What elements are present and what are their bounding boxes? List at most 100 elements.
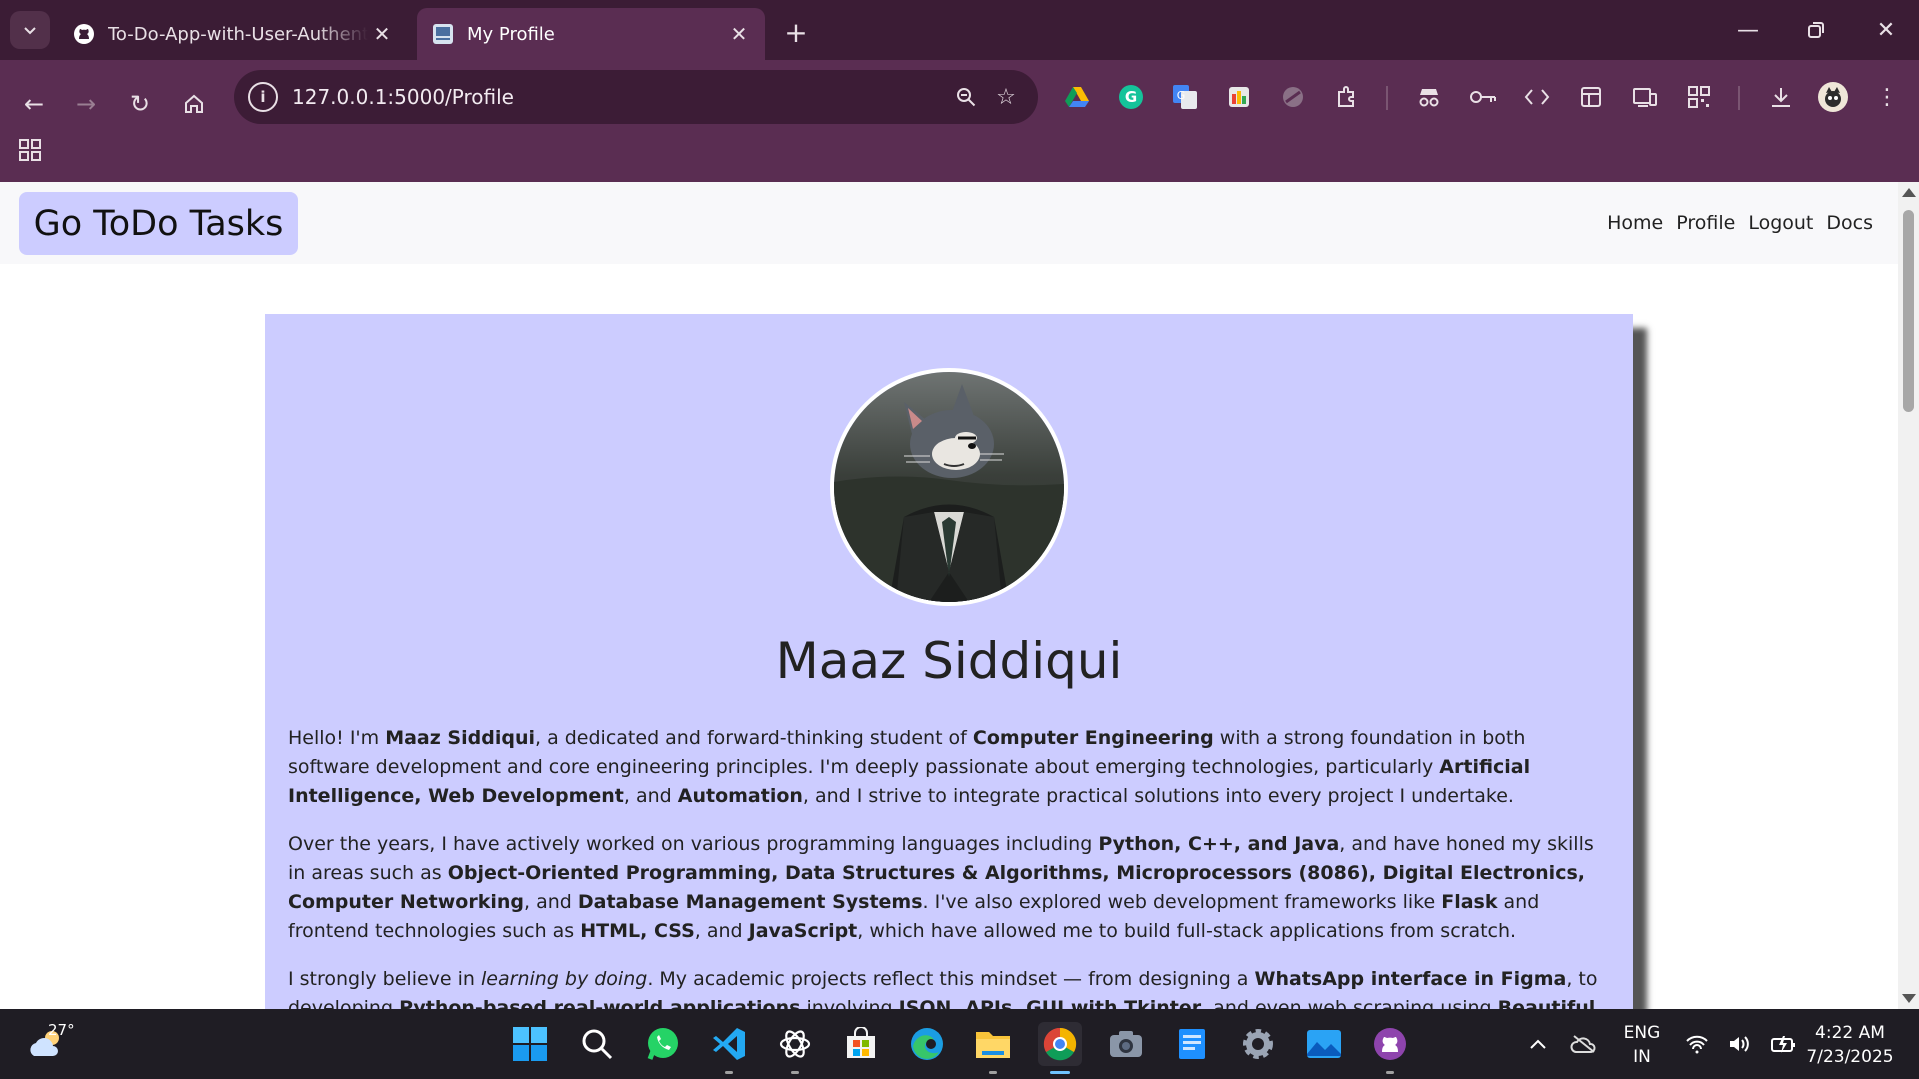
github-desktop-icon <box>1374 1028 1406 1060</box>
taskbar-settings[interactable] <box>1236 1022 1280 1066</box>
settings-icon <box>1243 1029 1273 1059</box>
taskbar-store[interactable] <box>839 1022 883 1066</box>
taskbar-vscode[interactable] <box>707 1022 751 1074</box>
chrome-icon <box>1043 1027 1077 1061</box>
home-icon <box>185 94 203 113</box>
bio-paragraph-1: Hello! I'm Maaz Siddiqui, a dedicated an… <box>288 724 1608 811</box>
tab-title: To-Do-App-with-User-Authentication <box>108 23 368 45</box>
avatar <box>830 368 1068 606</box>
taskbar-search[interactable] <box>575 1022 619 1066</box>
close-icon[interactable]: ✕ <box>368 20 396 48</box>
taskbar-edge[interactable] <box>905 1022 949 1066</box>
running-indicator <box>989 1071 997 1074</box>
qr-code-icon[interactable] <box>1680 78 1718 116</box>
battery-charging-icon <box>1770 1036 1795 1053</box>
nav-link-docs[interactable]: Docs <box>1826 212 1873 234</box>
tab-strip: To-Do-App-with-User-Authentication ✕ My … <box>0 0 1919 60</box>
brand-logo[interactable]: Go ToDo Tasks <box>19 192 298 255</box>
taskbar-photos[interactable] <box>1302 1022 1346 1066</box>
notepad-icon <box>1179 1029 1205 1059</box>
page-scrollbar[interactable] <box>1898 182 1919 1009</box>
tab-search-button[interactable] <box>10 11 50 49</box>
text-run: , and even web scraping using <box>1201 997 1498 1009</box>
taskbar-github-desktop[interactable] <box>1368 1022 1412 1074</box>
language-indicator[interactable]: ENG IN <box>1622 1021 1662 1069</box>
nav-link-profile[interactable]: Profile <box>1676 212 1735 234</box>
language-code: ENG <box>1623 1023 1661 1043</box>
url-text[interactable]: 127.0.0.1:5000/Profile <box>292 85 946 109</box>
new-tab-button[interactable]: + <box>778 14 814 50</box>
arrow-left-icon: ← <box>23 90 45 118</box>
incognito-icon[interactable] <box>1410 78 1448 116</box>
browser-toolbar: ← → ↻ i 127.0.0.1:5000/Profile ☆ G G ⋮ <box>0 60 1919 182</box>
tab-github[interactable]: To-Do-App-with-User-Authentication ✕ <box>58 8 408 60</box>
taskbar-chrome[interactable] <box>1038 1022 1082 1074</box>
minimize-icon: — <box>1737 17 1759 43</box>
code-icon[interactable] <box>1518 78 1556 116</box>
reload-button[interactable]: ↻ <box>118 82 162 126</box>
start-button[interactable] <box>508 1022 552 1066</box>
taskbar-chatgpt[interactable] <box>773 1022 817 1074</box>
tab-my-profile[interactable]: My Profile ✕ <box>417 8 765 60</box>
restore-button[interactable] <box>1786 8 1846 52</box>
reload-icon: ↻ <box>129 90 151 118</box>
google-drive-icon[interactable] <box>1058 78 1096 116</box>
profile-avatar[interactable] <box>1814 78 1852 116</box>
taskbar-notepad[interactable] <box>1170 1022 1214 1066</box>
bold-text: JSON, APIs, GUI with Tkinter <box>898 997 1202 1009</box>
star-icon[interactable]: ☆ <box>986 77 1026 117</box>
running-indicator <box>791 1071 799 1074</box>
download-icon[interactable] <box>1762 78 1800 116</box>
avatar-illustration <box>834 372 1064 602</box>
clock[interactable]: 4:22 AM 7/23/2025 <box>1800 1021 1900 1069</box>
bold-text: Database Management Systems <box>577 891 923 913</box>
nav-link-home[interactable]: Home <box>1607 212 1663 234</box>
onedrive-status[interactable] <box>1562 1022 1606 1066</box>
color-picker-icon[interactable] <box>1220 78 1258 116</box>
taskbar-whatsapp[interactable] <box>641 1022 685 1066</box>
tab-title: My Profile <box>467 23 555 45</box>
nav-link-logout[interactable]: Logout <box>1748 212 1813 234</box>
info-icon[interactable]: i <box>248 82 278 112</box>
text-run: , and <box>524 891 578 913</box>
region-code: IN <box>1633 1047 1651 1067</box>
taskbar-camera[interactable] <box>1104 1022 1148 1066</box>
address-bar[interactable]: i 127.0.0.1:5000/Profile ☆ <box>234 70 1038 124</box>
text-run: . I've also explored web development fra… <box>922 891 1442 913</box>
toolbar-separator <box>1386 86 1388 110</box>
zoom-icon[interactable] <box>946 77 986 117</box>
password-key-icon[interactable] <box>1464 78 1502 116</box>
back-button[interactable]: ← <box>12 82 56 126</box>
scroll-up-icon[interactable] <box>1902 188 1916 197</box>
scrollbar-thumb[interactable] <box>1903 210 1914 412</box>
blocker-icon[interactable] <box>1274 78 1312 116</box>
bold-text: WhatsApp interface in Figma <box>1254 968 1567 990</box>
quick-settings[interactable] <box>1676 1022 1806 1066</box>
menu-kebab-icon[interactable]: ⋮ <box>1868 78 1906 116</box>
bold-text: HTML, CSS <box>580 920 695 942</box>
extensions-icon[interactable] <box>1328 78 1366 116</box>
grammarly-icon[interactable]: G <box>1112 78 1150 116</box>
layout-icon[interactable] <box>1572 78 1610 116</box>
bold-text: Maaz Siddiqui <box>385 727 535 749</box>
file-explorer-icon <box>976 1032 1010 1058</box>
bold-text: Python, C++, and Java <box>1098 833 1340 855</box>
close-window-button[interactable]: ✕ <box>1856 8 1916 52</box>
home-button[interactable] <box>172 82 216 126</box>
chevron-up-icon <box>1530 1039 1546 1049</box>
plus-icon: + <box>784 15 808 49</box>
close-icon: ✕ <box>1876 17 1896 43</box>
forward-button[interactable]: → <box>64 82 108 126</box>
running-indicator <box>1386 1071 1394 1074</box>
text-run: , which have allowed me to build full-st… <box>857 920 1517 942</box>
minimize-button[interactable]: — <box>1718 8 1778 52</box>
google-translate-icon[interactable]: G <box>1166 78 1204 116</box>
tray-overflow-button[interactable] <box>1516 1022 1560 1066</box>
cloud-offline-icon <box>1570 1035 1596 1053</box>
page-icon <box>431 22 455 46</box>
taskbar-file-explorer[interactable] <box>971 1022 1015 1074</box>
close-icon[interactable]: ✕ <box>725 20 753 48</box>
devices-icon[interactable] <box>1626 78 1664 116</box>
scroll-down-icon[interactable] <box>1902 994 1916 1003</box>
apps-grid-button[interactable] <box>14 134 46 166</box>
